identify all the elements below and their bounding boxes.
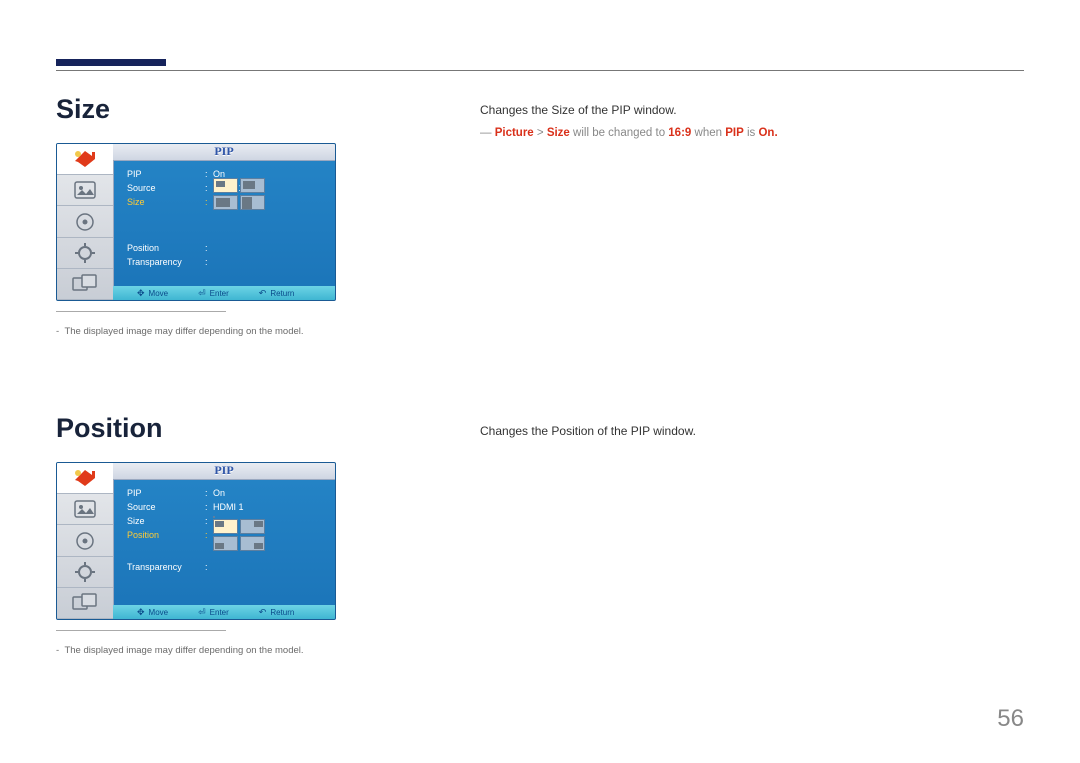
footer-label: Return [270, 608, 294, 617]
osd-label: Source [127, 502, 205, 512]
osd-label: PIP [127, 488, 205, 498]
osd-sidebar [57, 144, 114, 300]
heading-position: Position [56, 413, 336, 444]
footer-label: Move [149, 289, 169, 298]
position-option-tl [213, 519, 238, 534]
note-rule [56, 630, 226, 631]
osd-colon: : [205, 502, 213, 512]
heading-size: Size [56, 94, 336, 125]
return-icon: ↶ [259, 607, 267, 618]
move-icon: ✥ [137, 288, 145, 299]
footer-move: ✥ Move [137, 607, 168, 618]
osd-value: HDMI 1 [213, 502, 327, 512]
sidebar-tile-picture-icon [57, 494, 113, 525]
size-option-4 [240, 195, 265, 210]
osd-label: PIP [127, 169, 205, 179]
footer-enter: ⏎ Enter [198, 607, 229, 618]
osd-label: Size [127, 516, 205, 526]
osd-screenshot-size: PIP PIP : On Source : HDMI 1 Size : [56, 143, 336, 301]
osd-colon: : [205, 530, 213, 540]
osd-colon: : [205, 257, 213, 267]
note-rule [56, 311, 226, 312]
sidebar-tile-source-icon [57, 144, 113, 175]
osd-colon: : [205, 488, 213, 498]
osd-sidebar [57, 463, 114, 619]
sidebar-tile-setup-icon [57, 238, 113, 269]
osd-row-position: Position : [127, 242, 327, 254]
osd-colon: : [205, 169, 213, 179]
osd-body: PIP : On Source : HDMI 1 Size : Position… [113, 479, 335, 605]
footer-move: ✥ Move [137, 288, 168, 299]
footer-return: ↶Return [259, 607, 295, 618]
image-note: - The displayed image may differ dependi… [56, 645, 336, 656]
header-accent-bar [56, 59, 166, 66]
move-icon: ✥ [137, 607, 145, 618]
return-icon: ↶ [259, 288, 267, 299]
sidebar-tile-multi-icon [57, 269, 113, 300]
osd-row-transparency: Transparency : [127, 561, 327, 573]
osd-value: On [213, 488, 327, 498]
osd-row-transparency: Transparency : [127, 256, 327, 268]
osd-row-position: Position : [127, 529, 327, 541]
sidebar-tile-picture-icon [57, 175, 113, 206]
osd-footer: ✥ Move ⏎ Enter ↶Return [113, 286, 335, 300]
position-option-bl [213, 536, 238, 551]
footer-enter: ⏎ Enter [198, 288, 229, 299]
osd-body: PIP : On Source : HDMI 1 Size : [113, 160, 335, 286]
size-option-2 [240, 178, 265, 193]
image-note: - The displayed image may differ dependi… [56, 326, 336, 337]
osd-label: Position [127, 243, 205, 253]
osd-row-pip: PIP : On [127, 487, 327, 499]
osd-value [213, 178, 327, 227]
page-number: 56 [997, 705, 1024, 733]
osd-value [213, 519, 327, 551]
footer-return: ↶Return [259, 288, 295, 299]
osd-label: Transparency [127, 257, 205, 267]
desc-size: Changes the Size of the PIP window. ― Pi… [480, 103, 778, 139]
footer-label: Return [270, 289, 294, 298]
size-preview [213, 516, 215, 518]
position-option-tr [240, 519, 265, 534]
header-rule [56, 70, 1024, 71]
sidebar-tile-sound-icon [57, 206, 113, 237]
size-option-1 [213, 178, 238, 193]
osd-footer: ✥ Move ⏎ Enter ↶Return [113, 605, 335, 619]
size-option-3 [213, 195, 238, 210]
osd-colon: : [205, 197, 213, 207]
osd-colon: : [205, 516, 213, 526]
osd-colon: : [205, 183, 213, 193]
osd-label: Size [127, 197, 205, 207]
footer-label: Enter [210, 608, 229, 617]
position-option-br [240, 536, 265, 551]
osd-colon: : [205, 562, 213, 572]
osd-screenshot-position: PIP PIP : On Source : HDMI 1 Size : Posi… [56, 462, 336, 620]
desc-main: Changes the Size of the PIP window. [480, 103, 778, 117]
osd-label: Transparency [127, 562, 205, 572]
enter-icon: ⏎ [198, 607, 206, 618]
sidebar-tile-setup-icon [57, 557, 113, 588]
osd-row-size: Size : [127, 196, 327, 208]
enter-icon: ⏎ [198, 288, 206, 299]
sidebar-tile-source-icon [57, 463, 113, 494]
desc-sub: ― Picture > Size will be changed to 16:9… [480, 127, 778, 139]
osd-colon: : [205, 243, 213, 253]
section-size: Size PIP PIP : On [56, 94, 336, 337]
size-options-grid [213, 178, 327, 227]
position-options-grid [213, 519, 327, 551]
desc-main: Changes the Position of the PIP window. [480, 424, 696, 438]
osd-row-source: Source : HDMI 1 [127, 501, 327, 513]
osd-label: Position [127, 530, 205, 540]
footer-label: Move [149, 608, 169, 617]
osd-label: Source [127, 183, 205, 193]
sidebar-tile-sound-icon [57, 525, 113, 556]
desc-position: Changes the Position of the PIP window. [480, 424, 696, 438]
footer-label: Enter [210, 289, 229, 298]
sidebar-tile-multi-icon [57, 588, 113, 619]
section-position: Position PIP PIP : On [56, 413, 336, 656]
